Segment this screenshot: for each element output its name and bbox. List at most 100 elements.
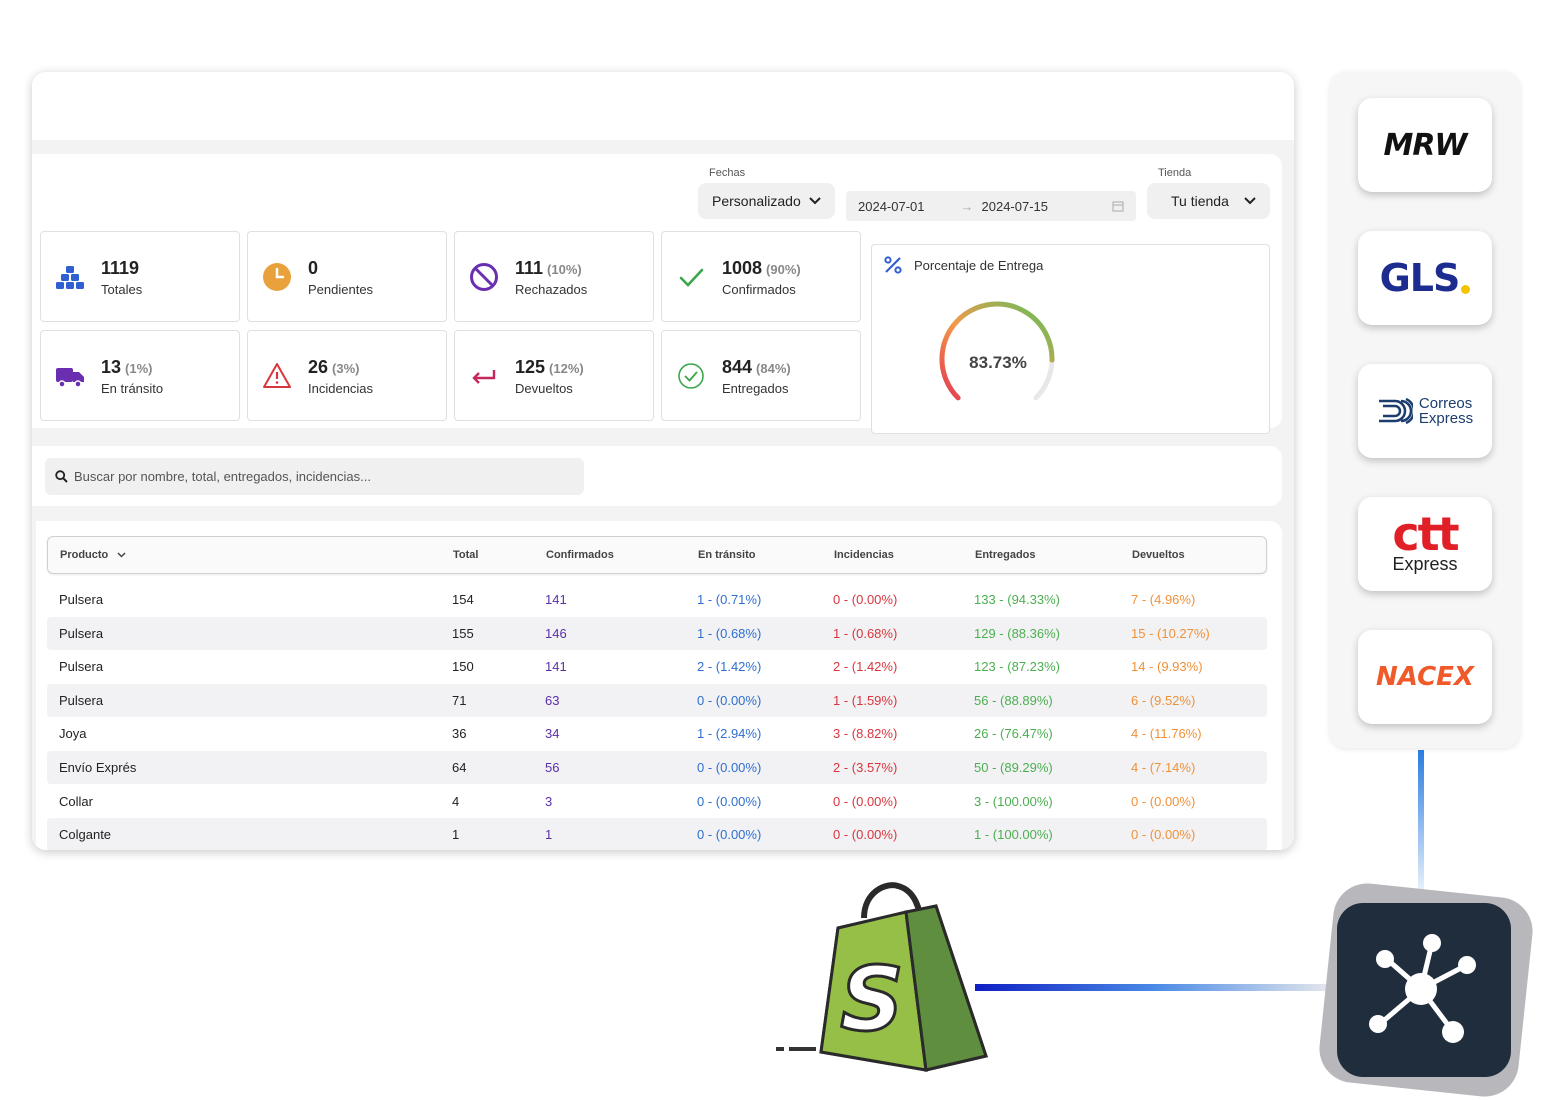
th-confirmados[interactable]: Confirmados	[546, 549, 614, 561]
cell-incidencias: 1 - (1.59%)	[833, 692, 898, 708]
calendar-icon[interactable]	[1112, 200, 1124, 212]
th-incidencias[interactable]: Incidencias	[834, 549, 894, 561]
stat-pct: (90%)	[766, 262, 801, 277]
cell-producto: Collar	[59, 793, 93, 809]
cell-devueltos: 15 - (10.27%)	[1131, 625, 1210, 641]
stat-card-rechazados[interactable]: 111 (10%) Rechazados	[454, 231, 654, 322]
carrier-mrw[interactable]: MRW	[1358, 98, 1492, 192]
integration-hub[interactable]	[1337, 903, 1511, 1077]
cell-devueltos: 14 - (9.93%)	[1131, 659, 1203, 675]
cell-incidencias: 2 - (1.42%)	[833, 659, 898, 675]
stat-card-pendientes[interactable]: 0 Pendientes	[247, 231, 447, 322]
stat-card-entregados[interactable]: 844 (84%) Entregados	[661, 330, 861, 421]
return-arrow-icon	[472, 370, 496, 384]
stat-card-incidencias[interactable]: 26 (3%) Incidencias	[247, 330, 447, 421]
window-header	[32, 72, 1294, 140]
cell-total: 71	[452, 692, 467, 708]
vertical-connector	[1418, 750, 1424, 890]
stat-pct: (1%)	[125, 361, 153, 376]
table-row[interactable]: Envío Exprés 64 56 0 - (0.00%) 2 - (3.57%) 50…	[47, 751, 1267, 784]
table-row[interactable]: Pulsera 71 63 0 - (0.00%) 1 - (1.59%) 56 - (8…	[47, 683, 1267, 717]
table-row[interactable]: Pulsera 154 141 1 - (0.71%) 0 - (0.00%) 133 -…	[47, 583, 1267, 616]
percent-icon	[884, 256, 902, 274]
stat-card-devueltos[interactable]: 125 (12%) Devueltos	[454, 330, 654, 421]
cell-producto: Colgante	[59, 827, 112, 843]
cell-devueltos: 7 - (4.96%)	[1131, 592, 1196, 607]
gauge-value: 83.73%	[969, 353, 1027, 372]
cell-confirmados: 141	[545, 659, 567, 675]
carrier-correos-express[interactable]: Correos Express	[1358, 364, 1492, 458]
cell-incidencias: 2 - (3.57%)	[833, 760, 898, 775]
cell-producto: Pulsera	[59, 592, 104, 607]
cell-total: 64	[452, 760, 467, 775]
stat-card-totales[interactable]: 1119 Totales	[40, 231, 240, 322]
date-to[interactable]: 2024-07-15	[982, 199, 1049, 214]
cell-total: 150	[452, 659, 474, 675]
th-en-transito[interactable]: En tránsito	[698, 549, 755, 561]
cell-en-transito: 1 - (0.71%)	[697, 592, 762, 607]
carrier-nacex[interactable]: NACEX	[1358, 630, 1492, 724]
search-panel	[32, 446, 1282, 506]
stat-value: 1008	[722, 258, 763, 278]
store-select-value: Tu tienda	[1171, 193, 1229, 209]
stat-label: Totales	[101, 282, 143, 297]
table-row[interactable]: Colgante 1 1 0 - (0.00%) 0 - (0.00%) 1 - (100…	[47, 818, 1267, 850]
svg-text:S: S	[840, 948, 903, 1051]
cell-devueltos: 6 - (9.52%)	[1131, 692, 1196, 708]
th-devueltos[interactable]: Devueltos	[1132, 549, 1185, 561]
stat-card-confirmados[interactable]: 1008 (90%) Confirmados	[661, 231, 861, 322]
stat-label: Pendientes	[308, 282, 374, 297]
date-arrow-icon: →	[960, 198, 974, 214]
th-entregados[interactable]: Entregados	[975, 549, 1036, 561]
chevron-down-icon	[117, 552, 126, 558]
cell-entregados: 123 - (87.23%)	[974, 659, 1060, 675]
stat-card-en-transito[interactable]: 13 (1%) En tránsito	[40, 330, 240, 421]
cell-devueltos: 4 - (11.76%)	[1131, 726, 1202, 742]
products-table: Producto Total Confirmados En tránsito I…	[36, 521, 1282, 850]
table-row[interactable]: Pulsera 155 146 1 - (0.68%) 1 - (0.68%) 129 -…	[47, 616, 1267, 650]
dates-select[interactable]: Personalizado	[698, 183, 835, 219]
cell-confirmados: 34	[545, 726, 560, 742]
dashboard-window: Fechas Personalizado 2024-07-01 → 2024-0…	[32, 72, 1294, 850]
chevron-down-icon	[809, 197, 821, 205]
carrier-ctt-express[interactable]: ctt Express	[1358, 497, 1492, 591]
clock-icon	[263, 263, 291, 291]
stat-pct: (84%)	[756, 361, 791, 376]
carrier-gls[interactable]: GLS	[1358, 231, 1492, 325]
stat-pct: (10%)	[547, 262, 582, 277]
th-total[interactable]: Total	[453, 549, 478, 561]
date-range-picker[interactable]: 2024-07-01 → 2024-07-15	[846, 191, 1136, 221]
search-box[interactable]	[45, 458, 584, 495]
search-input[interactable]	[74, 469, 554, 484]
stats-panel: Fechas Personalizado 2024-07-01 → 2024-0…	[32, 154, 1282, 434]
date-from[interactable]: 2024-07-01	[858, 199, 925, 214]
store-select[interactable]: Tu tienda	[1147, 183, 1270, 219]
cell-en-transito: 1 - (0.68%)	[697, 625, 762, 641]
check-icon	[679, 268, 704, 287]
cell-confirmados: 141	[545, 592, 567, 607]
cell-total: 4	[452, 793, 460, 809]
table-row[interactable]: Joya 36 34 1 - (2.94%) 3 - (8.82%) 26 - (76.4…	[47, 717, 1267, 750]
store-label: Tienda	[1158, 167, 1192, 179]
cell-total: 155	[452, 625, 474, 641]
gls-logo: GLS	[1379, 256, 1461, 300]
nacex-logo: NACEX	[1376, 662, 1474, 692]
dates-label: Fechas	[709, 167, 746, 179]
table-row[interactable]: Collar 4 3 0 - (0.00%) 0 - (0.00%) 3 - (100.0…	[47, 785, 1267, 818]
gls-dot	[1461, 284, 1471, 294]
boxes-icon	[56, 266, 84, 289]
cell-total: 36	[452, 726, 467, 742]
cell-confirmados: 146	[545, 625, 567, 641]
cell-confirmados: 63	[545, 692, 560, 708]
stat-label: En tránsito	[101, 381, 164, 396]
ctt-logo-sub: Express	[1392, 553, 1458, 574]
stat-label: Confirmados	[722, 282, 796, 297]
chevron-down-icon	[1244, 197, 1256, 205]
cell-incidencias: 0 - (0.00%)	[833, 827, 898, 843]
table-row[interactable]: Pulsera 150 141 2 - (1.42%) 2 - (1.42%) 123 -…	[47, 650, 1267, 683]
horizontal-connector	[975, 984, 1335, 991]
stat-value: 844	[722, 357, 753, 377]
check-circle-icon	[678, 363, 704, 389]
th-producto[interactable]: Producto	[60, 549, 126, 561]
cell-entregados: 129 - (88.36%)	[974, 625, 1060, 641]
